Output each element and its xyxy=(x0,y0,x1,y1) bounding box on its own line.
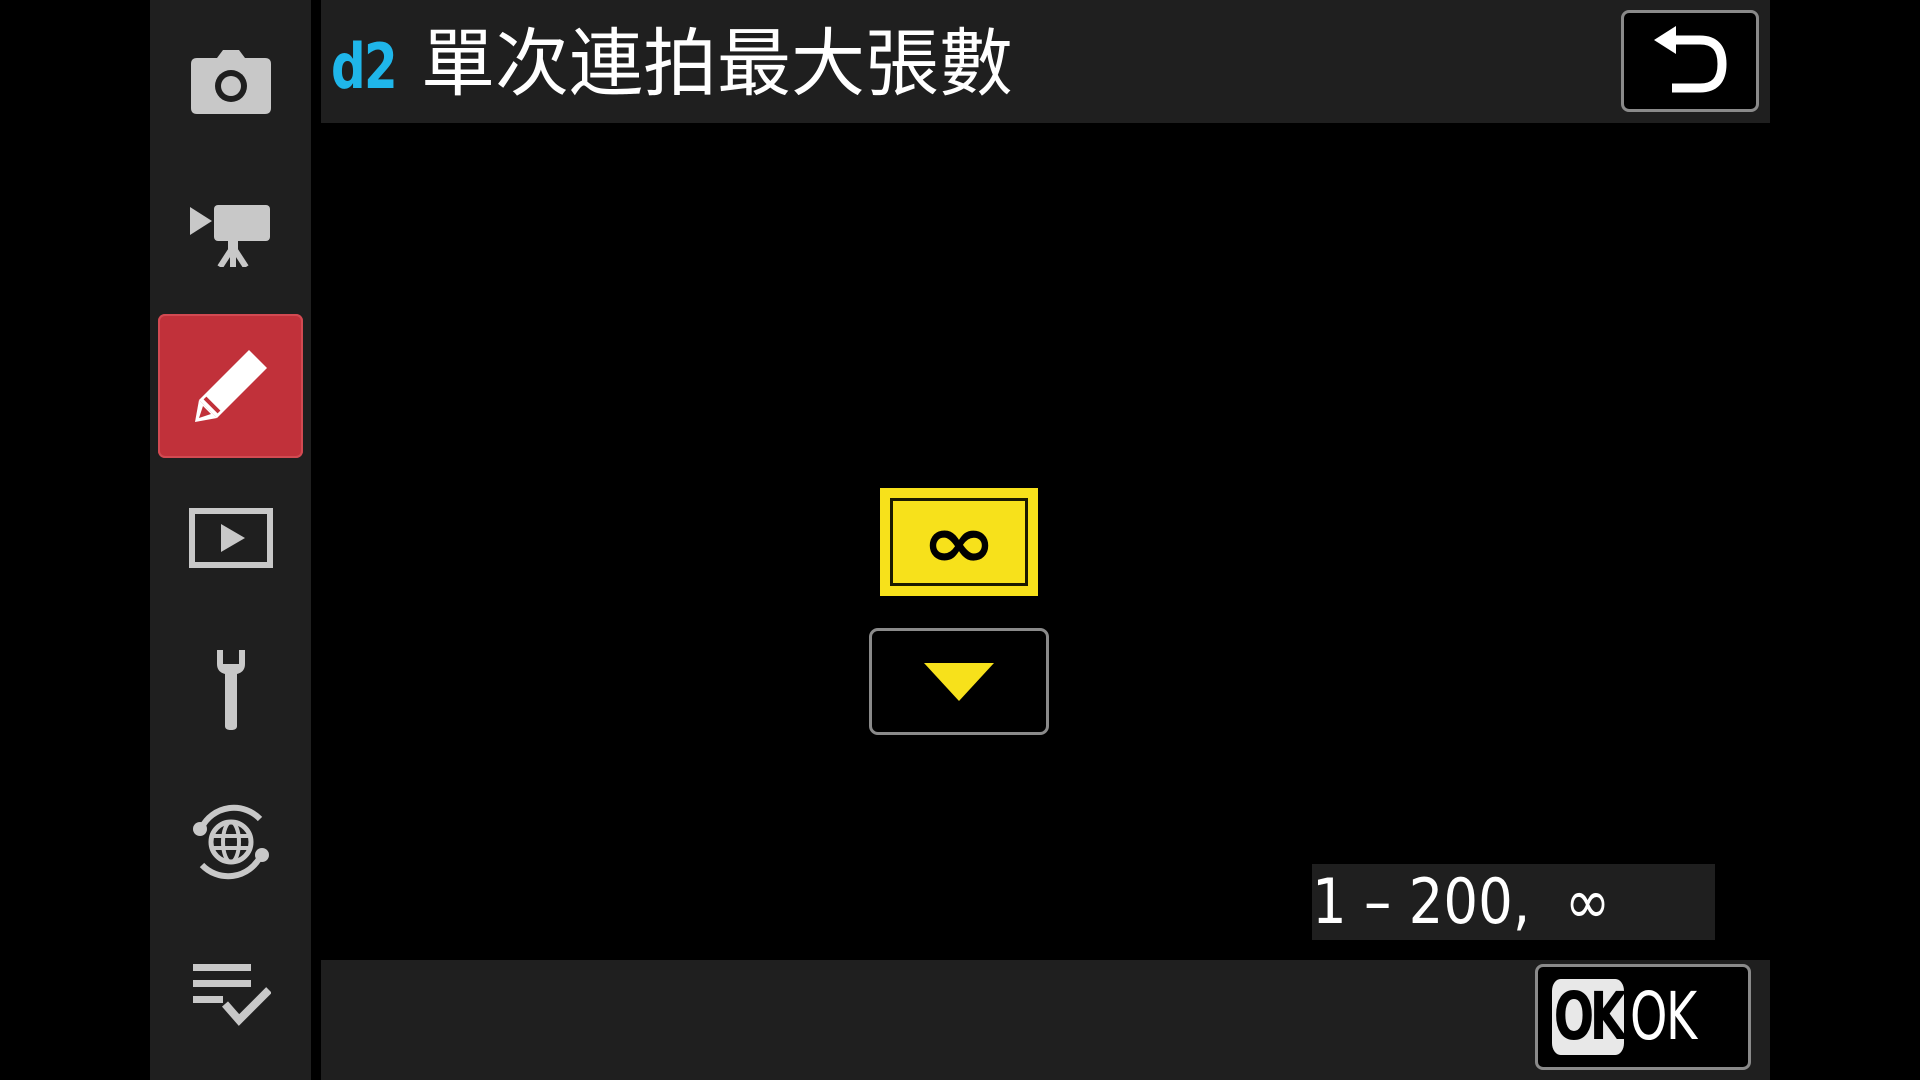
value-selector[interactable]: ∞ xyxy=(880,488,1038,596)
menu-item-code: d2 xyxy=(331,30,398,103)
tab-photo-shooting[interactable] xyxy=(158,10,303,154)
tab-setup[interactable] xyxy=(158,618,303,762)
playback-icon xyxy=(188,508,273,568)
tab-playback[interactable] xyxy=(158,466,303,610)
movie-camera-icon xyxy=(189,205,270,267)
ok-badge-icon: OK xyxy=(1552,978,1627,1055)
return-arrow-icon xyxy=(1654,26,1727,93)
menu-tab-sidebar xyxy=(150,0,311,1080)
pencil-icon xyxy=(194,350,267,422)
ok-label: OK xyxy=(1630,978,1697,1055)
wrench-icon xyxy=(216,650,245,730)
tab-my-menu[interactable] xyxy=(158,922,303,1066)
triangle-down-icon xyxy=(924,662,994,701)
range-hint: 1 – 200, ∞ xyxy=(1312,864,1715,940)
menu-header: d2 單次連拍最大張數 xyxy=(321,0,1770,123)
tab-video-recording[interactable] xyxy=(158,162,303,306)
menu-footer: OK OK xyxy=(321,960,1770,1080)
tab-custom-settings[interactable] xyxy=(158,314,303,458)
ok-button[interactable]: OK OK xyxy=(1535,964,1751,1070)
tab-network[interactable] xyxy=(158,770,303,914)
value-down-button[interactable] xyxy=(869,628,1049,735)
selected-value: ∞ xyxy=(921,500,997,584)
back-button[interactable] xyxy=(1621,10,1759,112)
camera-menu-screen: d2 單次連拍最大張數 ∞ 1 – 200, ∞ OK OK xyxy=(0,0,1920,1080)
camera-icon xyxy=(190,50,271,114)
range-hint-text: 1 – 200, ∞ xyxy=(1312,865,1611,938)
my-menu-checklist-icon xyxy=(192,964,271,1026)
network-globe-icon xyxy=(192,804,269,880)
page-title: 單次連拍最大張數 xyxy=(421,21,1013,107)
